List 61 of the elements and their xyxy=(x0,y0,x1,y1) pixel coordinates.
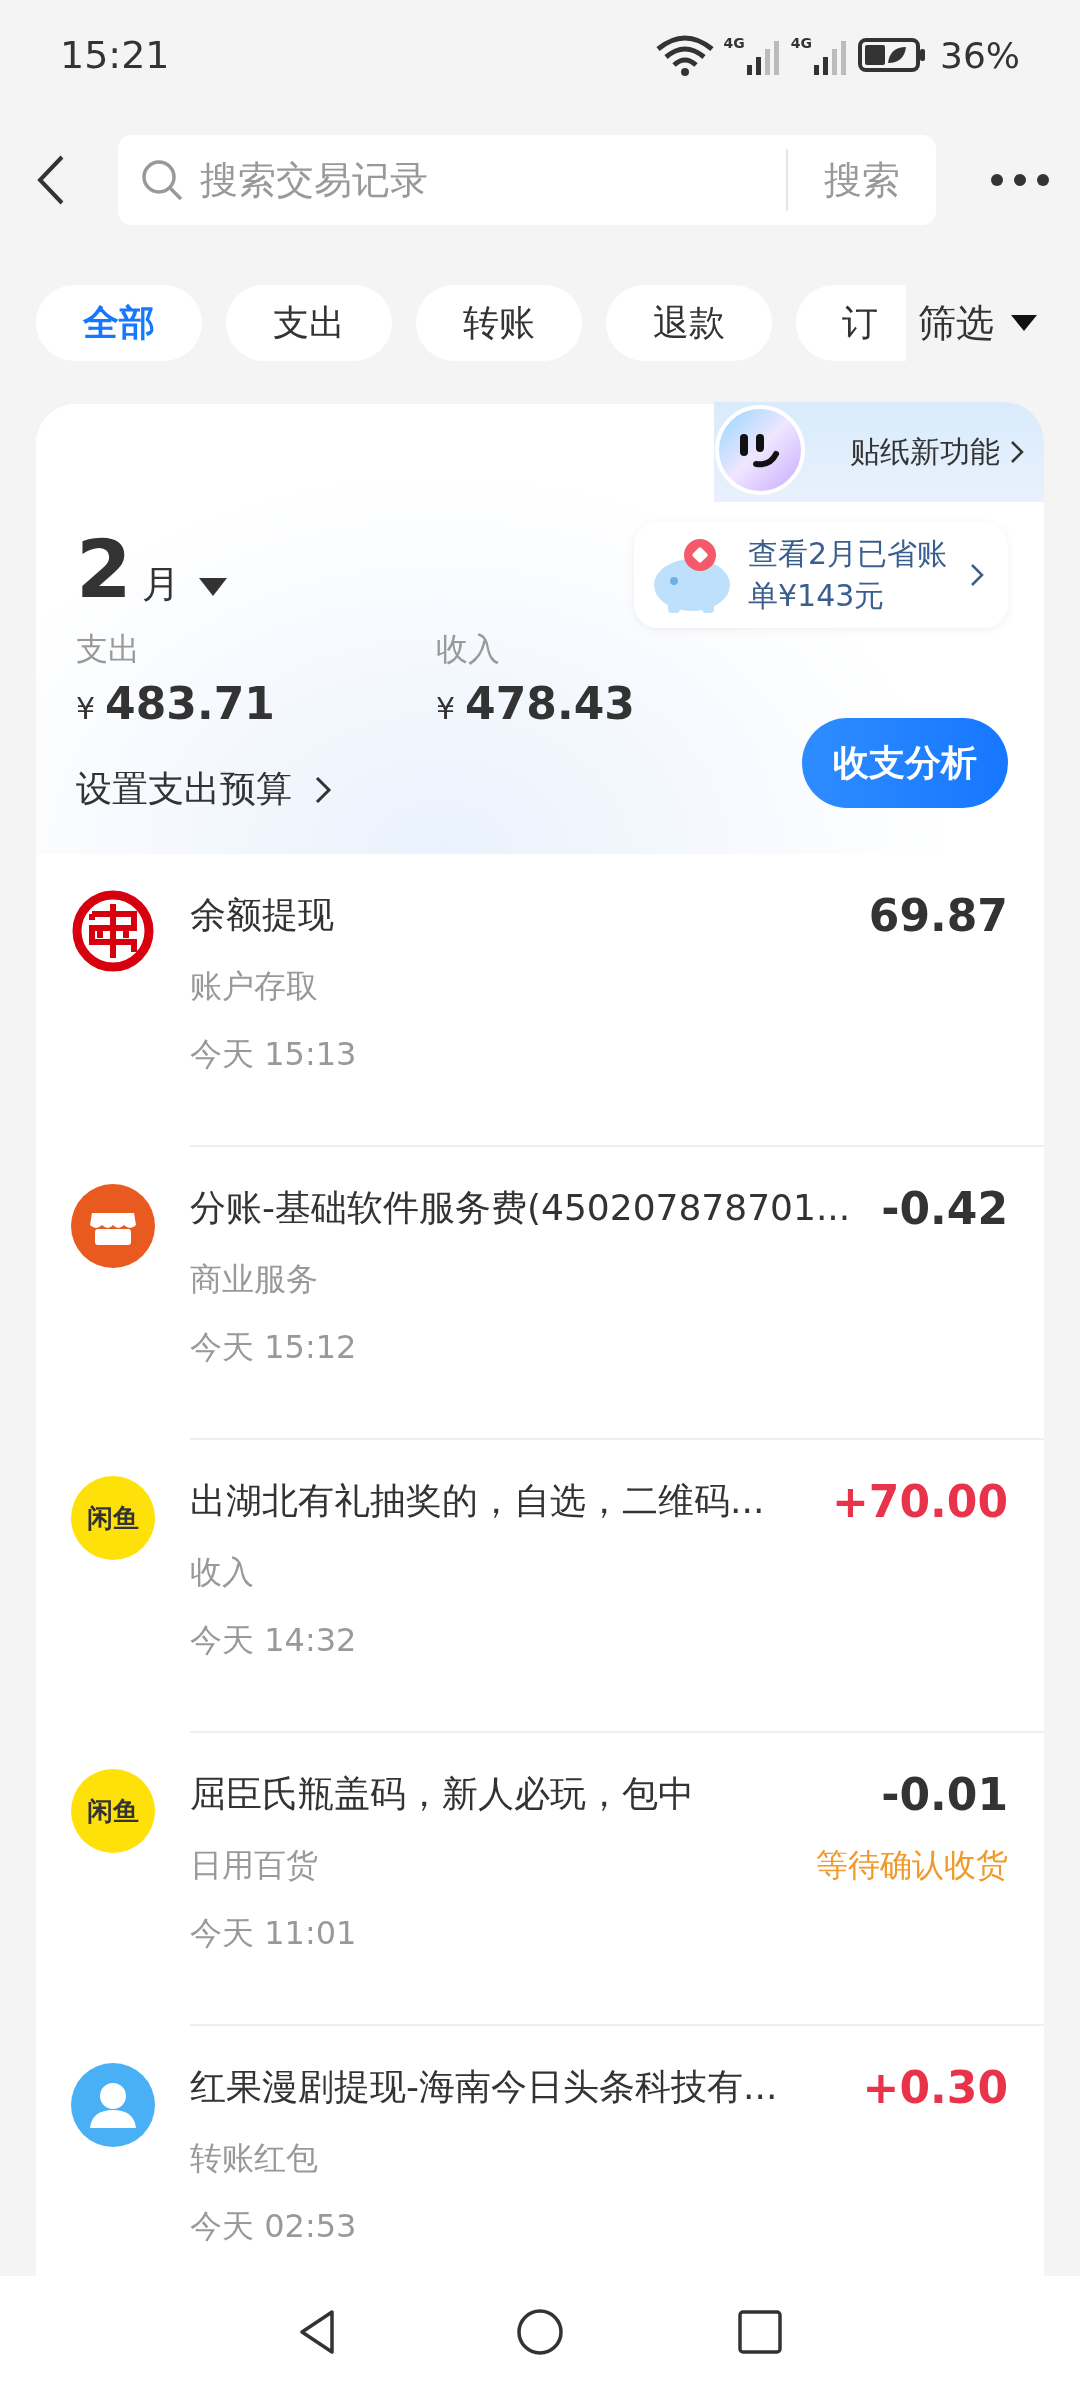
currency-sign: ¥ xyxy=(436,691,456,726)
chevron-icon xyxy=(970,563,984,587)
home-icon xyxy=(516,2308,564,2356)
transaction-row[interactable]: 闲鱼 出湖北有礼抽奖的，自选，二维码... +70.00 收入 今天 14:32 xyxy=(36,1440,1044,1733)
transaction-title: 红果漫剧提现-海南今日头条科技有... xyxy=(190,2065,778,2109)
transaction-time: 今天 02:53 xyxy=(190,2206,358,2247)
transaction-time: 今天 15:13 xyxy=(190,1034,358,1075)
overview-icon xyxy=(736,2308,784,2356)
budget-link[interactable]: 设置支出预算 xyxy=(76,765,796,814)
filter-tab[interactable]: 支出 xyxy=(226,285,392,361)
chevron-icon xyxy=(314,774,332,805)
stat-label: 收入 xyxy=(436,629,501,670)
transaction-row[interactable]: 闲鱼 屈臣氏瓶盖码，新人必玩，包中 -0.01 日用百货 等待确认收货 今天 11:01 xyxy=(36,1733,1044,2026)
transaction-category: 转账红包 xyxy=(190,2138,318,2179)
transaction-time: 今天 14:32 xyxy=(190,1620,358,1661)
analysis-button[interactable]: 收支分析 xyxy=(802,718,1008,808)
status-time: 15:21 xyxy=(60,33,170,77)
caret-icon xyxy=(197,577,228,597)
smiley-icon xyxy=(714,404,806,496)
savings-tooltip[interactable]: 查看2月已省账单¥143元 xyxy=(634,522,1008,628)
stat-amount: 483.71 xyxy=(105,678,275,729)
back-icon xyxy=(36,154,66,206)
transaction-title: 余额提现 xyxy=(190,893,334,937)
transaction-amount: +70.00 xyxy=(831,1476,1008,1527)
app-logo: 闲鱼 xyxy=(71,1769,155,1853)
search-icon xyxy=(140,158,184,202)
filter-tab[interactable]: 订 xyxy=(796,285,906,361)
transaction-category: 日用百货 xyxy=(190,1845,318,1886)
transaction-title: 屈臣氏瓶盖码，新人必玩，包中 xyxy=(190,1772,694,1816)
currency-sign: ¥ xyxy=(76,691,96,726)
order-status: 等待确认收货 xyxy=(816,1845,1008,1886)
transaction-time: 今天 15:12 xyxy=(190,1327,358,1368)
transaction-title: 分账-基础软件服务费(450207878701... xyxy=(190,1186,851,1230)
filter-tab[interactable]: 转账 xyxy=(416,285,582,361)
app-logo: 闲鱼 xyxy=(71,1476,155,1560)
filter-tab[interactable]: 退款 xyxy=(606,285,772,361)
transaction-row[interactable]: 分账-基础软件服务费(450207878701... -0.42 商业服务 今天 15:12 xyxy=(36,1147,1044,1440)
transaction-category: 账户存取 xyxy=(190,966,318,1007)
transaction-time: 今天 11:01 xyxy=(190,1913,358,1954)
chevron-icon xyxy=(1010,440,1024,464)
store-icon xyxy=(70,1183,156,1269)
person-avatar-icon xyxy=(70,2062,156,2148)
transaction-row[interactable]: 红果漫剧提现-海南今日头条科技有... +0.30 转账红包 今天 02:53 xyxy=(36,2026,1044,2276)
network-label: 4G xyxy=(723,35,745,51)
transaction-amount: 69.87 xyxy=(868,890,1008,941)
transaction-category: 商业服务 xyxy=(190,1259,318,1300)
transaction-category: 收入 xyxy=(190,1552,254,1593)
transaction-row[interactable]: 余额提现 69.87 账户存取 今天 15:13 xyxy=(36,854,1044,1147)
network-label: 4G xyxy=(790,35,812,51)
stat-amount: 478.43 xyxy=(465,678,635,729)
transaction-amount: -0.42 xyxy=(881,1183,1008,1234)
transaction-amount: +0.30 xyxy=(862,2062,1008,2113)
transaction-amount: -0.01 xyxy=(881,1769,1008,1820)
caret-icon xyxy=(1010,314,1038,332)
filter-tab[interactable]: 全部 xyxy=(36,285,202,361)
battery-icon xyxy=(858,37,928,73)
stat-label: 支出 xyxy=(76,629,141,670)
battery-level: 36% xyxy=(940,34,1020,76)
more-icon xyxy=(990,173,1050,187)
sticker-promo[interactable]: 贴纸新功能 xyxy=(714,402,1044,502)
transaction-title: 出湖北有礼抽奖的，自选，二维码... xyxy=(190,1479,765,1523)
